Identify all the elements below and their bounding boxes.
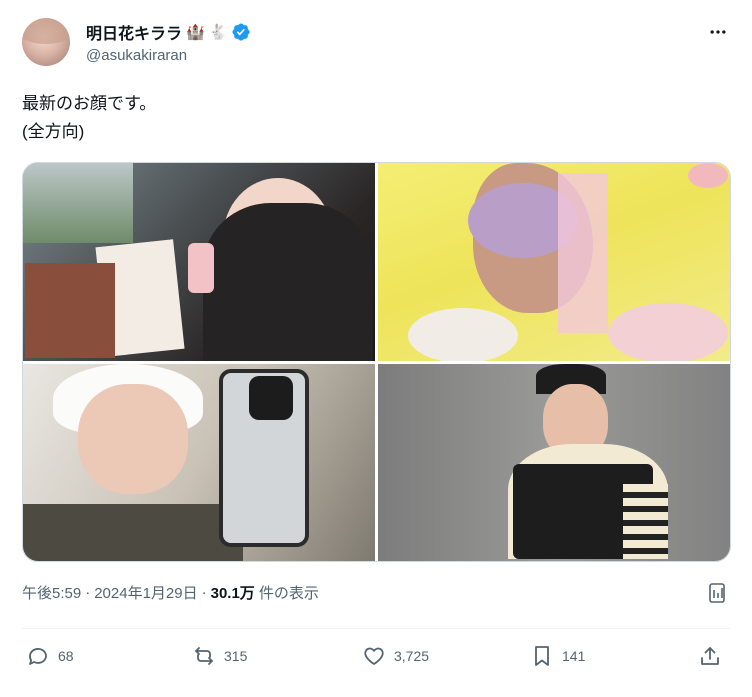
- photo-4[interactable]: [378, 363, 730, 561]
- author-handle[interactable]: @asukakiraran: [86, 47, 187, 64]
- photo-2[interactable]: [378, 163, 730, 361]
- analytics-icon[interactable]: [706, 581, 730, 605]
- meta-separator: ·: [201, 584, 207, 601]
- avatar[interactable]: [22, 18, 70, 66]
- rabbit-emoji: 🐇: [208, 23, 228, 41]
- share-button[interactable]: [698, 644, 722, 668]
- more-options-icon[interactable]: [706, 20, 730, 44]
- like-count: 3,725: [394, 648, 430, 664]
- tweet-date[interactable]: 2024年1月29日: [94, 582, 197, 603]
- photo-1[interactable]: [23, 163, 375, 361]
- like-button[interactable]: 3,725: [362, 644, 429, 668]
- author-name-row[interactable]: 明日花キララ 🏰 🐇: [86, 20, 251, 44]
- reply-button[interactable]: 68: [26, 644, 74, 668]
- tweet-meta: 午後5:59 · 2024年1月29日 · 30.1万 件の表示: [22, 582, 319, 603]
- bookmark-count: 141: [562, 648, 586, 664]
- repost-icon: [195, 647, 213, 665]
- views-label: 件の表示: [258, 585, 319, 602]
- tweet-text-line-1: 最新のお顔です。: [22, 94, 157, 113]
- reply-icon: [29, 648, 47, 665]
- bookmark-icon: [535, 646, 549, 666]
- share-icon: [701, 647, 719, 665]
- heart-icon: [364, 647, 384, 665]
- display-name[interactable]: 明日花キララ: [86, 20, 182, 44]
- action-bar: 68 315 3,725 141: [22, 644, 730, 676]
- tweet: 明日花キララ 🏰 🐇 @asukakiraran 最新のお顔です。 (全方向): [0, 0, 752, 697]
- repost-count: 315: [224, 648, 248, 664]
- meta-separator: ·: [85, 584, 91, 601]
- tweet-text: 最新のお顔です。 (全方向): [22, 90, 156, 146]
- verified-badge-icon[interactable]: [231, 22, 251, 42]
- photo-3[interactable]: [23, 363, 375, 561]
- tweet-text-line-2: (全方向): [22, 122, 85, 141]
- photo-grid: [22, 162, 731, 562]
- views-count: 30.1万: [210, 585, 255, 602]
- divider: [22, 628, 730, 629]
- repost-button[interactable]: 315: [192, 644, 247, 668]
- reply-count: 68: [58, 648, 74, 664]
- castle-emoji: 🏰: [186, 23, 205, 41]
- tweet-time[interactable]: 午後5:59: [22, 582, 81, 603]
- bookmark-button[interactable]: 141: [530, 644, 585, 668]
